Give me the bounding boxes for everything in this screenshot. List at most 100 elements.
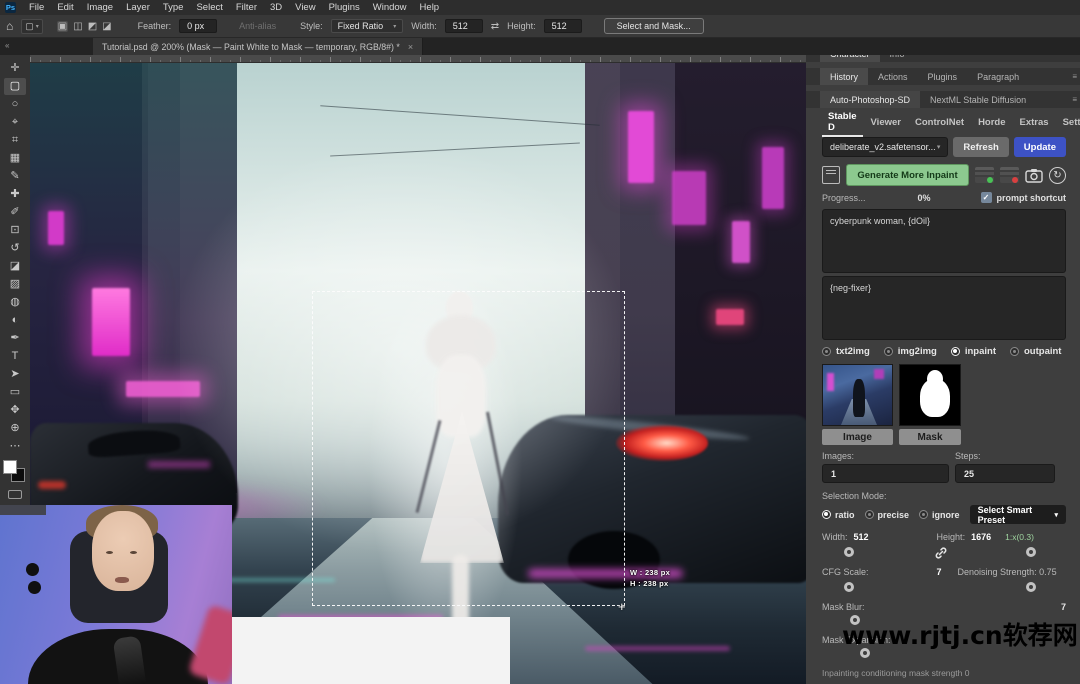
menu-3d[interactable]: 3D (270, 2, 282, 13)
prompt-textarea[interactable]: cyberpunk woman, {dOil} (822, 209, 1066, 273)
refresh-button[interactable]: Refresh (953, 137, 1008, 157)
mode-inpaint[interactable]: inpaint (951, 346, 996, 357)
menu-layer[interactable]: Layer (126, 2, 150, 13)
menu-image[interactable]: Image (87, 2, 113, 13)
selection-new-icon[interactable]: ▣ (57, 21, 68, 32)
active-tool-icon[interactable]: ▢ ▾ (21, 19, 43, 34)
tab-auto-photoshop-sd[interactable]: Auto-Photoshop-SD (820, 91, 920, 108)
frame-tool-icon[interactable]: ▦ (4, 150, 26, 167)
brush-tool-icon[interactable]: ✐ (4, 204, 26, 221)
height-slider-knob[interactable] (1026, 547, 1036, 557)
interrogate-loop-icon[interactable]: ↻ (1049, 167, 1066, 184)
image-thumb-label[interactable]: Image (822, 429, 893, 445)
select-and-mask-button[interactable]: Select and Mask... (604, 18, 704, 34)
panel-menu-icon[interactable]: ≡ (1072, 72, 1077, 81)
panel-menu-icon[interactable]: ≡ (1072, 95, 1077, 104)
selection-marquee[interactable] (312, 291, 625, 606)
radio-icon[interactable] (919, 510, 928, 519)
tab-stable-d[interactable]: Stable D (822, 109, 863, 137)
mode-outpaint[interactable]: outpaint (1010, 346, 1061, 357)
tab-history[interactable]: History (820, 68, 868, 85)
tab-plugins[interactable]: Plugins (918, 68, 968, 85)
menu-window[interactable]: Window (373, 2, 407, 13)
foreground-color-swatch[interactable] (3, 460, 17, 474)
layers-visible-icon[interactable] (975, 167, 994, 183)
healing-tool-icon[interactable]: ✚ (4, 186, 26, 203)
menu-type[interactable]: Type (163, 2, 184, 13)
selection-intersect-icon[interactable]: ◪ (102, 21, 111, 32)
steps-input[interactable]: 25 (955, 464, 1055, 483)
radio-icon[interactable] (822, 347, 831, 356)
image-thumbnail-preview[interactable] (822, 364, 893, 426)
menu-file[interactable]: File (29, 2, 44, 13)
selmode-precise[interactable]: precise (865, 510, 910, 520)
selmode-ratio[interactable]: ratio (822, 510, 855, 520)
tab-controlnet[interactable]: ControlNet (909, 115, 970, 130)
quick-select-tool-icon[interactable]: ⌖ (4, 114, 26, 131)
move-tool-icon[interactable]: ✛ (4, 60, 26, 77)
quick-mask-icon[interactable] (8, 490, 22, 499)
eyedropper-tool-icon[interactable]: ✎ (4, 168, 26, 185)
color-swatches[interactable] (3, 460, 27, 484)
denoise-slider-knob[interactable] (1026, 582, 1036, 592)
selection-subtract-icon[interactable]: ◩ (88, 21, 97, 32)
close-icon[interactable]: × (408, 42, 413, 52)
generate-more-inpaint-button[interactable]: Generate More Inpaint (846, 164, 969, 186)
images-input[interactable]: 1 (822, 464, 949, 483)
link-dimensions-icon[interactable] (934, 546, 948, 562)
radio-icon[interactable] (865, 510, 874, 519)
zoom-tool-icon[interactable]: ⊕ (4, 420, 26, 437)
more-tools-icon[interactable]: ⋯ (4, 438, 26, 455)
radio-icon[interactable] (951, 347, 960, 356)
width-slider-knob[interactable] (844, 547, 854, 557)
crop-tool-icon[interactable]: ⌗ (4, 132, 26, 149)
pen-tool-icon[interactable]: ✒ (4, 330, 26, 347)
type-tool-icon[interactable]: T (4, 348, 26, 365)
tab-horde[interactable]: Horde (972, 115, 1011, 130)
tab-actions[interactable]: Actions (868, 68, 918, 85)
mask-thumbnail[interactable]: Mask (899, 364, 961, 445)
tab-paragraph[interactable]: Paragraph (967, 68, 1029, 85)
menu-help[interactable]: Help (420, 2, 440, 13)
selection-add-icon[interactable]: ◫ (73, 21, 82, 32)
document-tab[interactable]: Tutorial.psd @ 200% (Mask — Paint White … (93, 38, 423, 55)
lasso-tool-icon[interactable]: ○ (4, 96, 26, 113)
mode-img2img[interactable]: img2img (884, 346, 937, 357)
image-thumbnail[interactable]: Image (822, 364, 893, 445)
send-to-layer-icon[interactable] (822, 166, 840, 184)
tab-extras[interactable]: Extras (1014, 115, 1055, 130)
rect-marquee-tool-icon[interactable]: ▢ (4, 78, 26, 95)
negative-prompt-textarea[interactable]: {neg-fixer} (822, 276, 1066, 340)
tab-nextml-stable-diffusion[interactable]: NextML Stable Diffusion (920, 91, 1036, 108)
mode-txt2img[interactable]: txt2img (822, 346, 870, 357)
swap-dimensions-icon[interactable]: ⇄ (491, 21, 499, 32)
gradient-tool-icon[interactable]: ▨ (4, 276, 26, 293)
tab-viewer[interactable]: Viewer (865, 115, 907, 130)
radio-icon[interactable] (1010, 347, 1019, 356)
radio-icon[interactable] (822, 510, 831, 519)
dodge-tool-icon[interactable]: ◐ (4, 312, 26, 329)
mask-thumbnail-preview[interactable] (899, 364, 961, 426)
menu-edit[interactable]: Edit (57, 2, 73, 13)
menu-select[interactable]: Select (196, 2, 222, 13)
tab-settings[interactable]: Settings (1057, 115, 1080, 130)
mask-thumb-label[interactable]: Mask (899, 429, 961, 445)
snapshot-icon[interactable] (1025, 168, 1043, 183)
update-button[interactable]: Update (1014, 137, 1066, 157)
home-icon[interactable]: ⌂ (6, 19, 13, 33)
path-select-tool-icon[interactable]: ➤ (4, 366, 26, 383)
clone-stamp-tool-icon[interactable]: ⊡ (4, 222, 26, 239)
collapse-panels-icon[interactable]: « (5, 41, 9, 50)
layers-hidden-icon[interactable] (1000, 167, 1019, 183)
cfg-slider-knob[interactable] (844, 582, 854, 592)
shape-tool-icon[interactable]: ▭ (4, 384, 26, 401)
history-brush-tool-icon[interactable]: ↺ (4, 240, 26, 257)
menu-view[interactable]: View (295, 2, 315, 13)
hand-tool-icon[interactable]: ✥ (4, 402, 26, 419)
eraser-tool-icon[interactable]: ◪ (4, 258, 26, 275)
menu-plugins[interactable]: Plugins (329, 2, 360, 13)
radio-icon[interactable] (884, 347, 893, 356)
smart-preset-select[interactable]: Select Smart Preset ▾ (970, 505, 1066, 524)
prompt-shortcut-checkbox[interactable]: ✓ (981, 192, 992, 203)
selmode-ignore[interactable]: ignore (919, 510, 960, 520)
